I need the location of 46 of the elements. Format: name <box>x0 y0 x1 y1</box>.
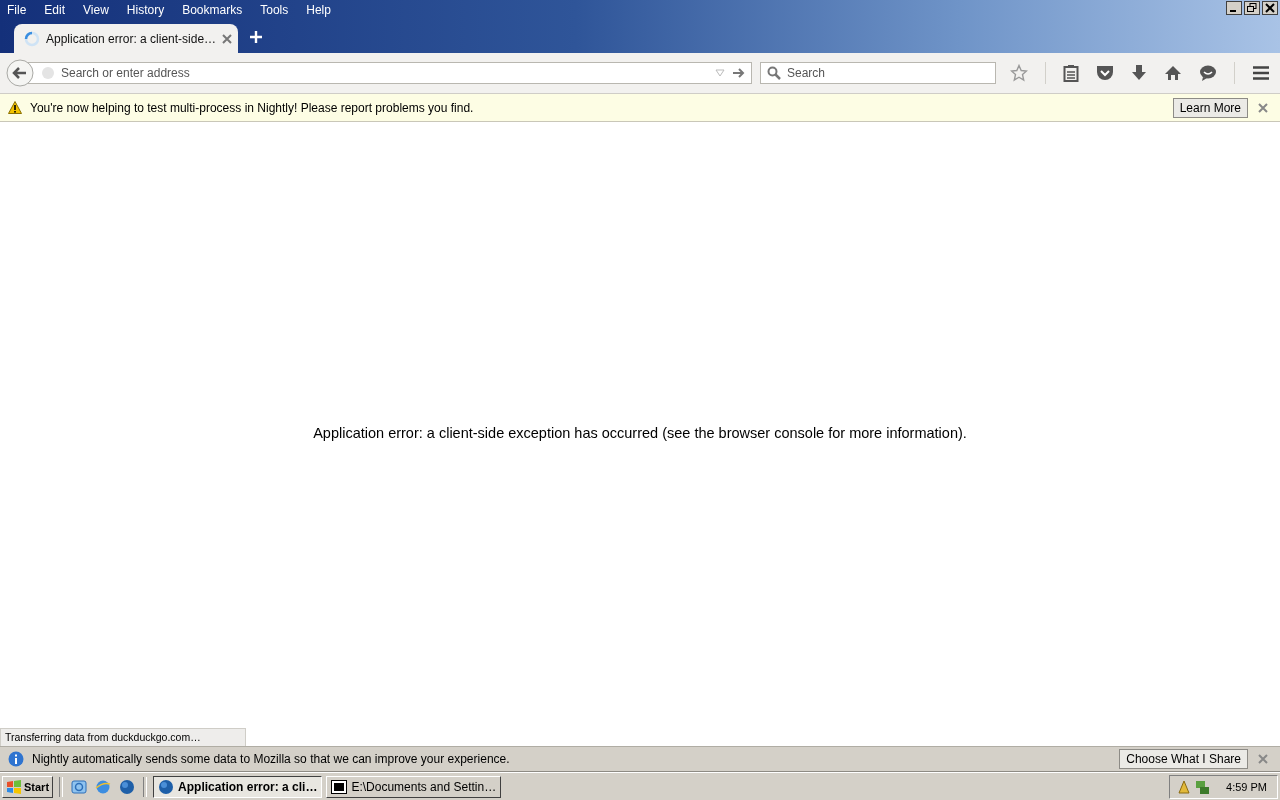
notification-button[interactable]: Learn More <box>1172 97 1248 118</box>
notification-message: You're now helping to test multi-process in Nightly! Please report problems you find. <box>30 100 475 115</box>
error-message: Application error: a client-side exception has occurred (see the browser console for more information). <box>313 425 967 441</box>
status-tooltip: Transferring data from duckduckgo.com… <box>0 728 246 746</box>
restore-button[interactable] <box>1244 1 1260 15</box>
close-icon[interactable] <box>1258 102 1268 113</box>
address-input[interactable]: Search or enter address <box>61 66 715 80</box>
go-arrow-icon[interactable] <box>733 68 745 78</box>
search-icon <box>767 66 781 80</box>
clock: 4:59 PM <box>1226 780 1267 793</box>
address-bar[interactable]: Search or enter address <box>28 62 752 84</box>
taskbar-button[interactable]: Application error: a cli… <box>153 775 323 798</box>
close-button[interactable] <box>1262 1 1278 15</box>
menu-item[interactable]: Help <box>306 3 331 17</box>
clipboard-list-icon[interactable] <box>1063 64 1079 82</box>
page-identity-icon <box>41 66 55 80</box>
taskbar-button[interactable]: E:\Documents and Settin… <box>326 775 502 798</box>
notification-message: Nightly automatically sends some data to Mozilla so that we can improve your experience. <box>32 752 511 766</box>
menu-item[interactable]: View <box>83 3 109 17</box>
menu-item[interactable]: Edit <box>44 3 66 17</box>
browser-tab[interactable]: Application error: a client-side… <box>14 24 238 53</box>
menu-item[interactable]: Tools <box>260 3 289 17</box>
close-icon[interactable] <box>222 33 233 44</box>
search-bar[interactable]: Search <box>760 62 996 84</box>
warning-icon <box>8 101 22 114</box>
start-label: Start <box>24 780 50 793</box>
bookmark-star-icon[interactable] <box>1010 64 1028 82</box>
download-icon[interactable] <box>1131 64 1147 82</box>
menu-icon[interactable] <box>1252 65 1270 81</box>
tab-title: Application error: a client-side… <box>46 31 217 46</box>
pocket-icon[interactable] <box>1096 65 1114 81</box>
loading-spinner-icon <box>24 30 40 47</box>
windows-flag-icon <box>6 779 22 794</box>
home-icon[interactable] <box>1164 65 1182 81</box>
chat-bubble-icon[interactable] <box>1199 64 1217 82</box>
minimize-button[interactable] <box>1226 1 1242 15</box>
menu-item[interactable]: History <box>126 3 165 17</box>
back-button[interactable] <box>6 59 34 87</box>
start-button[interactable]: Start <box>2 775 54 798</box>
menu-item[interactable]: File <box>7 3 27 17</box>
search-input[interactable]: Search <box>787 66 989 80</box>
new-tab-button[interactable] <box>250 31 262 43</box>
info-icon <box>8 751 24 767</box>
notification-button[interactable]: Choose What I Share <box>1119 749 1248 769</box>
menu-item[interactable]: Bookmarks <box>182 3 243 17</box>
globe-icon[interactable] <box>119 778 136 795</box>
